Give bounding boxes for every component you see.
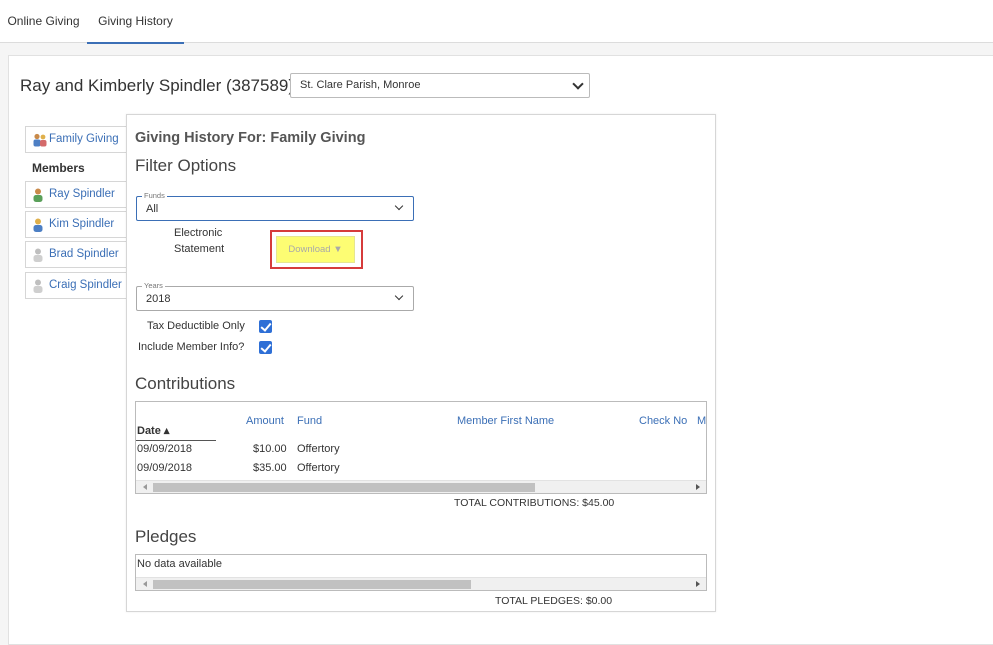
row2-fund: Offertory — [297, 462, 340, 474]
years-label: Years — [142, 281, 165, 290]
members-heading: Members — [32, 161, 85, 175]
total-contributions: TOTAL CONTRIBUTIONS: $45.00 — [454, 497, 615, 509]
include-member-label: Include Member Info? — [138, 341, 245, 353]
include-member-checkbox[interactable] — [259, 341, 272, 354]
scroll-right-icon[interactable] — [696, 581, 700, 587]
sidebar-item-kim-spindler[interactable]: Kim Spindler — [25, 211, 127, 238]
pledges-empty-text: No data available — [137, 558, 223, 570]
electronic-statement-label: Electronic Statement — [174, 225, 224, 257]
filter-options-heading: Filter Options — [135, 156, 237, 175]
electronic-statement-line1: Electronic — [174, 227, 223, 239]
family-name-title: Ray and Kimberly Spindler (387589) — [20, 76, 295, 95]
column-header-amount[interactable]: Amount — [246, 415, 284, 427]
male-user-icon — [33, 188, 43, 202]
horizontal-scrollbar[interactable] — [136, 577, 706, 590]
chevron-down-icon — [394, 201, 404, 211]
tax-deductible-checkbox[interactable] — [259, 320, 272, 333]
row2-amount: $35.00 — [253, 462, 287, 474]
row1-amount: $10.00 — [253, 443, 287, 455]
horizontal-scrollbar[interactable] — [136, 480, 706, 493]
contributions-grid: Date ▴ Amount Fund Member First Name Che… — [135, 401, 707, 494]
panel-title: Giving History For: Family Giving — [135, 130, 366, 146]
sidebar-item-family-giving[interactable]: Family Giving — [25, 126, 127, 153]
family-icon — [33, 133, 47, 147]
funds-label: Funds — [142, 191, 167, 200]
tab-online-giving[interactable]: Online Giving — [0, 0, 87, 43]
sidebar-item-label: Craig Spindler — [49, 279, 122, 291]
funds-select[interactable]: Funds All — [136, 191, 414, 221]
scrollbar-thumb[interactable] — [153, 580, 471, 589]
row1-fund: Offertory — [297, 443, 340, 455]
parish-select-value: St. Clare Parish, Monroe — [300, 79, 421, 91]
scrollbar-thumb[interactable] — [153, 483, 535, 492]
total-pledges: TOTAL PLEDGES: $0.00 — [495, 595, 613, 607]
female-user-icon — [33, 218, 43, 232]
funds-value: All — [146, 203, 159, 215]
top-nav: Online Giving Giving History — [0, 0, 993, 44]
giving-history-panel — [126, 114, 716, 612]
chevron-down-icon — [572, 78, 584, 90]
scroll-right-icon[interactable] — [696, 484, 700, 490]
column-header-check-no[interactable]: Check No — [639, 415, 687, 427]
sidebar-item-ray-spindler[interactable]: Ray Spindler — [25, 181, 127, 208]
pledges-grid: No data available — [135, 554, 707, 591]
child-user-icon — [33, 248, 43, 262]
row2-date: 09/09/2018 — [137, 462, 193, 474]
electronic-statement-line2: Statement — [174, 243, 225, 255]
column-header-fund[interactable]: Fund — [297, 415, 322, 427]
download-button[interactable]: Download ▼ — [276, 236, 355, 263]
contributions-heading: Contributions — [135, 374, 236, 393]
column-header-partial[interactable]: M — [697, 415, 706, 427]
scroll-left-icon[interactable] — [143, 581, 147, 587]
tax-deductible-label: Tax Deductible Only — [147, 320, 245, 332]
years-select[interactable]: Years 2018 — [136, 281, 414, 311]
column-divider — [136, 440, 216, 441]
column-header-date[interactable]: Date ▴ — [137, 424, 169, 437]
sidebar-item-craig-spindler[interactable]: Craig Spindler — [25, 272, 127, 299]
chevron-down-icon — [394, 291, 404, 301]
column-header-member-first-name[interactable]: Member First Name — [457, 415, 554, 427]
sidebar-item-label: Family Giving — [49, 133, 119, 145]
child-user-icon — [33, 279, 43, 293]
tab-giving-history[interactable]: Giving History — [87, 0, 184, 44]
sidebar-item-label: Kim Spindler — [49, 218, 115, 230]
scroll-left-icon[interactable] — [143, 484, 147, 490]
sidebar-item-label: Ray Spindler — [49, 188, 115, 200]
pledges-heading: Pledges — [135, 527, 197, 546]
parish-select[interactable]: St. Clare Parish, Monroe — [290, 73, 590, 98]
sidebar-item-label: Brad Spindler — [49, 248, 119, 260]
row1-date: 09/09/2018 — [137, 443, 193, 455]
sidebar-item-brad-spindler[interactable]: Brad Spindler — [25, 241, 127, 268]
years-value: 2018 — [146, 293, 171, 305]
